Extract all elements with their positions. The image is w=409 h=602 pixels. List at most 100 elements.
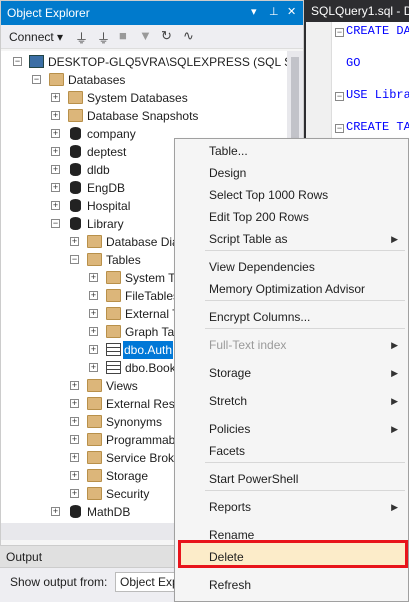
- dropdown-icon[interactable]: ▾: [251, 5, 257, 18]
- tree-label: Library: [87, 217, 124, 231]
- menu-item-label: Full-Text index: [209, 338, 287, 352]
- output-source-select[interactable]: Object Exp: [115, 572, 175, 592]
- tree-label: Tables: [106, 253, 141, 267]
- menu-item-encrypt-columns[interactable]: Encrypt Columns...: [175, 306, 408, 328]
- menu-item-delete[interactable]: Delete: [175, 546, 408, 568]
- connect-button[interactable]: Connect ▾: [9, 30, 63, 44]
- tree-node-databases[interactable]: − Databases: [1, 71, 287, 89]
- output-title: Output: [6, 550, 43, 564]
- tree-label: company: [87, 127, 136, 141]
- expand-icon[interactable]: +: [51, 147, 60, 156]
- fold-icon[interactable]: −: [335, 28, 344, 37]
- activity-monitor-icon[interactable]: ∿: [183, 28, 194, 44]
- database-icon: [70, 145, 81, 158]
- submenu-arrow-icon: ▶: [391, 502, 398, 512]
- fold-icon[interactable]: −: [335, 92, 344, 101]
- menu-item-refresh[interactable]: Refresh: [175, 574, 408, 596]
- menu-item-memory-optimization-advisor[interactable]: Memory Optimization Advisor: [175, 278, 408, 300]
- expand-icon[interactable]: +: [70, 417, 79, 426]
- expand-icon[interactable]: +: [89, 291, 98, 300]
- tree-node-server[interactable]: − DESKTOP-GLQ5VRA\SQLEXPRESS (SQL Serve: [1, 53, 287, 71]
- menu-item-table[interactable]: Table...: [175, 140, 408, 162]
- submenu-arrow-icon: ▶: [391, 396, 398, 406]
- tree-label: FileTables: [125, 289, 180, 303]
- fold-icon[interactable]: −: [335, 124, 344, 133]
- menu-item-full-text-index: Full-Text index ▶: [175, 334, 408, 356]
- menu-item-stretch[interactable]: Stretch ▶: [175, 390, 408, 412]
- tree-label: Service Broke: [106, 451, 181, 465]
- collapse-icon[interactable]: −: [32, 75, 41, 84]
- expand-icon[interactable]: +: [51, 507, 60, 516]
- expand-icon[interactable]: +: [51, 201, 60, 210]
- expand-icon[interactable]: +: [89, 309, 98, 318]
- expand-icon[interactable]: +: [89, 327, 98, 336]
- tree-node-system-databases[interactable]: + System Databases: [1, 89, 287, 107]
- expand-icon[interactable]: +: [70, 471, 79, 480]
- menu-item-label: Script Table as: [209, 232, 288, 246]
- expand-icon[interactable]: +: [70, 381, 79, 390]
- object-explorer-titlebar: Object Explorer ▾ ⊥ ✕: [1, 1, 303, 25]
- editor-tab[interactable]: SQLQuery1.sql - D...: [306, 0, 409, 22]
- tree-label: External T: [125, 307, 180, 321]
- disconnect-icon[interactable]: ⏚: [97, 28, 110, 47]
- tree-label: Hospital: [87, 199, 131, 213]
- menu-item-label: Policies: [209, 422, 251, 436]
- expand-icon[interactable]: +: [70, 489, 79, 498]
- menu-item-design[interactable]: Design: [175, 162, 408, 184]
- menu-item-script-table-as[interactable]: Script Table as ▶: [175, 228, 408, 250]
- menu-item-rename[interactable]: Rename: [175, 524, 408, 546]
- expand-icon[interactable]: +: [51, 183, 60, 192]
- expand-icon[interactable]: +: [51, 93, 60, 102]
- submenu-arrow-icon: ▶: [391, 424, 398, 434]
- expand-icon[interactable]: +: [70, 399, 79, 408]
- close-icon[interactable]: ✕: [287, 5, 296, 18]
- database-icon: [70, 217, 81, 230]
- expand-icon[interactable]: +: [70, 453, 79, 462]
- expand-icon[interactable]: +: [89, 363, 98, 372]
- folder-icon: [87, 235, 102, 248]
- connect-plug-icon[interactable]: ⏚: [75, 28, 88, 47]
- menu-item-reports[interactable]: Reports ▶: [175, 496, 408, 518]
- menu-item-view-dependencies[interactable]: View Dependencies: [175, 256, 408, 278]
- collapse-icon[interactable]: −: [70, 255, 79, 264]
- collapse-icon[interactable]: −: [13, 57, 22, 66]
- menu-item-label: Refresh: [209, 578, 252, 592]
- stop-icon[interactable]: ■: [119, 28, 127, 43]
- expand-icon[interactable]: +: [51, 165, 60, 174]
- tree-label: MathDB: [87, 505, 131, 519]
- tree-node-database-snapshots[interactable]: + Database Snapshots: [1, 107, 287, 125]
- menu-item-label: Facets: [209, 444, 246, 458]
- refresh-icon[interactable]: ↻: [161, 28, 172, 44]
- tree-label: dldb: [87, 163, 110, 177]
- tree-label: Synonyms: [106, 415, 163, 429]
- collapse-icon[interactable]: −: [51, 219, 60, 228]
- menu-item-label: Encrypt Columns...: [209, 310, 311, 324]
- menu-item-policies[interactable]: Policies ▶: [175, 418, 408, 440]
- filter-icon[interactable]: ▼: [139, 28, 152, 43]
- expand-icon[interactable]: +: [89, 345, 98, 354]
- folder-icon: [87, 397, 102, 410]
- submenu-arrow-icon: ▶: [391, 340, 398, 350]
- tree-label: Views: [106, 379, 138, 393]
- pin-icon[interactable]: ⊥: [269, 5, 279, 18]
- tree-label: System T: [125, 271, 176, 285]
- menu-item-edit-top-200-rows[interactable]: Edit Top 200 Rows: [175, 206, 408, 228]
- folder-icon: [87, 253, 102, 266]
- menu-item-label: Rename: [209, 528, 255, 542]
- expand-icon[interactable]: +: [89, 273, 98, 282]
- tree-label: EngDB: [87, 181, 126, 195]
- menu-item-facets[interactable]: Facets: [175, 440, 408, 462]
- folder-icon: [68, 109, 83, 122]
- tree-label: Databases: [68, 73, 126, 87]
- expand-icon[interactable]: +: [70, 435, 79, 444]
- menu-item-start-powershell[interactable]: Start PowerShell: [175, 468, 408, 490]
- menu-item-select-top-1000-rows[interactable]: Select Top 1000 Rows: [175, 184, 408, 206]
- expand-icon[interactable]: +: [70, 237, 79, 246]
- folder-icon: [87, 415, 102, 428]
- table-icon: [106, 343, 121, 356]
- menu-item-storage[interactable]: Storage ▶: [175, 362, 408, 384]
- tree-label: External Reso: [106, 397, 182, 411]
- expand-icon[interactable]: +: [51, 111, 60, 120]
- tree-label: System Databases: [87, 91, 188, 105]
- expand-icon[interactable]: +: [51, 129, 60, 138]
